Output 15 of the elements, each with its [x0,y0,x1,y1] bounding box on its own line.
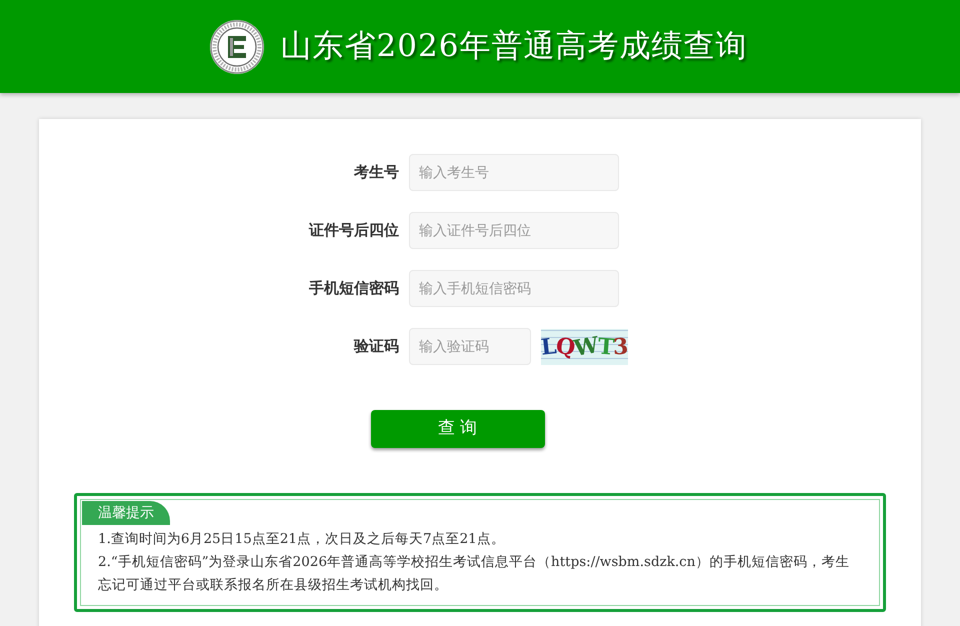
logo-icon [208,18,265,74]
input-field[interactable]: 输入证件号后四位 [409,212,619,249]
field-label: 验证码 [354,336,399,358]
query-button[interactable]: 查 询 [370,410,544,448]
captcha-image[interactable]: LQWT3 [541,328,628,364]
field-label: 手机短信密码 [309,278,399,300]
field-label: 证件号后四位 [309,220,399,242]
captcha-input[interactable]: 输入验证码 [409,328,531,365]
input-field[interactable]: 输入考生号 [409,154,619,191]
page-title: 山东省2026年普通高考成绩查询 [280,31,748,62]
input-field[interactable]: 输入手机短信密码 [409,270,619,307]
notice-heading: 温馨提示 [82,501,170,525]
field-label: 考生号 [354,162,399,184]
notice-text: 1.查询时间为6月25日15点至21点，次日及之后每天7点至21点。 [98,530,506,549]
notice-text: 2.“手机短信密码”为登录山东省2026年普通高等学校招生考试信息平台（https://wsbm.sdzk.cn）的手机短信密码，考生忘记可通过平台或联系报名所在县级招生考试机构找回。 [98,553,850,595]
